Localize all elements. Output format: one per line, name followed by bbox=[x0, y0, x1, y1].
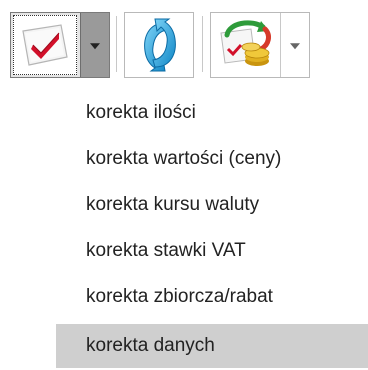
chevron-down-icon bbox=[90, 43, 100, 50]
currency-exchange-dropdown-arrow[interactable] bbox=[281, 13, 309, 77]
correction-dropdown-menu: korekta ilości korekta wartości (ceny) k… bbox=[56, 90, 368, 370]
correction-split-button[interactable] bbox=[10, 12, 110, 78]
menu-item-quantity-correction[interactable]: korekta ilości bbox=[56, 91, 368, 135]
refresh-icon bbox=[144, 18, 176, 72]
menu-item-value-correction[interactable]: korekta wartości (ceny) bbox=[56, 137, 368, 181]
correction-button-main[interactable] bbox=[13, 15, 77, 75]
toolbar-separator bbox=[202, 16, 203, 72]
screen: korekta ilości korekta wartości (ceny) k… bbox=[0, 0, 368, 370]
currency-exchange-button-main[interactable] bbox=[211, 13, 281, 77]
coins-exchange-icon bbox=[220, 20, 271, 66]
currency-exchange-split-button[interactable] bbox=[210, 12, 310, 78]
menu-item-data-correction[interactable]: korekta danych bbox=[56, 324, 368, 368]
toolbar bbox=[0, 0, 368, 90]
menu-item-vat-rate-correction[interactable]: korekta stawki VAT bbox=[56, 229, 368, 273]
chevron-down-icon bbox=[290, 43, 300, 50]
menu-item-collective-discount-correction[interactable]: korekta zbiorcza/rabat bbox=[56, 275, 368, 319]
checkmark-icon bbox=[22, 24, 68, 66]
refresh-button[interactable] bbox=[124, 12, 194, 78]
menu-item-exchange-rate-correction[interactable]: korekta kursu waluty bbox=[56, 183, 368, 227]
correction-dropdown-arrow[interactable] bbox=[80, 13, 109, 77]
toolbar-separator bbox=[116, 16, 117, 72]
